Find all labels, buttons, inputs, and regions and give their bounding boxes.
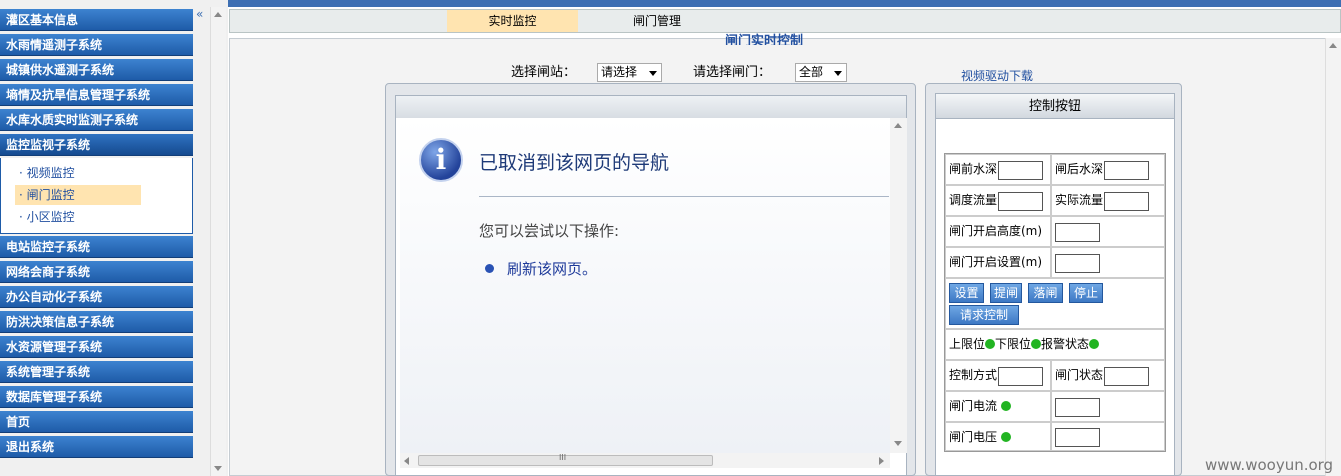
station-select[interactable]: 请选择 [597, 63, 662, 82]
video-frame-header [396, 96, 906, 118]
bullet-icon [485, 264, 494, 273]
gate-voltage-indicator-icon [1000, 432, 1011, 442]
tab-bar: 实时监控 闸门管理 [229, 9, 1341, 33]
tab-gate-management[interactable]: 闸门管理 [605, 10, 709, 32]
menu-monitoring[interactable]: 监控监视子系统 [0, 134, 193, 156]
front-depth-field[interactable] [998, 161, 1043, 180]
menu-rain-telemetry[interactable]: 水雨情遥测子系统 [0, 34, 193, 56]
alarm-status-label: 报警状态 [1041, 337, 1090, 351]
limit-status-cell: 上限位 下限位 报警状态 [945, 329, 1165, 360]
page-scrollbar[interactable] [1325, 38, 1341, 476]
menu-home[interactable]: 首页 [0, 411, 193, 433]
menu-network-meeting[interactable]: 网络会商子系统 [0, 261, 193, 283]
dispatch-flow-label: 调度流量 [949, 193, 998, 207]
gate-select-value: 全部 [799, 65, 824, 79]
open-height-cell: 闸门开启高度(m) [945, 216, 1051, 247]
menu-flood-decision[interactable]: 防洪决策信息子系统 [0, 311, 193, 333]
upper-limit-indicator-icon [985, 339, 996, 349]
horizontal-scroll-thumb[interactable]: III [418, 453, 713, 466]
open-height-label: 闸门开启高度(m) [949, 224, 1043, 238]
collapse-sidebar-icon[interactable]: « [196, 7, 208, 21]
menu-database-admin[interactable]: 数据库管理子系统 [0, 386, 193, 408]
submenu-community-monitoring[interactable]: · 小区监控 [15, 207, 141, 227]
menu-logout[interactable]: 退出系统 [0, 436, 193, 458]
lower-limit-label: 下限位 [995, 337, 1032, 351]
sidebar-scrollbar[interactable] [210, 7, 226, 476]
gate-select[interactable]: 全部 [795, 63, 847, 82]
control-mode-label: 控制方式 [949, 368, 998, 382]
error-suggestion-text: 您可以尝试以下操作: [479, 222, 620, 240]
gate-status-label: 闸门状态 [1055, 368, 1104, 382]
back-depth-label: 闸后水深 [1055, 162, 1104, 176]
actual-flow-field[interactable] [1104, 192, 1149, 211]
gate-current-field[interactable] [1055, 398, 1100, 417]
scroll-up-arrow-icon[interactable] [894, 123, 902, 128]
gate-current-cell: 闸门电流 [945, 391, 1051, 422]
refresh-page-link[interactable]: 刷新该网页。 [507, 258, 597, 279]
gate-status-field[interactable] [1104, 367, 1149, 386]
gate-current-indicator-icon [1000, 401, 1011, 411]
frame-vertical-scrollbar[interactable] [890, 118, 907, 453]
tab-realtime-monitoring[interactable]: 实时监控 [447, 10, 578, 32]
scroll-up-arrow-icon[interactable] [214, 12, 222, 17]
dispatch-flow-field[interactable] [998, 192, 1043, 211]
menu-power-station[interactable]: 电站监控子系统 [0, 236, 193, 258]
control-grid: 闸前水深 闸后水深 调度流量 实际流量 闸门开启高度(m) 闸门开启设置(m) … [944, 153, 1166, 452]
sidebar: 灌区基本信息 水雨情遥测子系统 城镇供水遥测子系统 墒情及抗旱信息管理子系统 水… [0, 0, 228, 476]
menu-reservoir-quality[interactable]: 水库水质实时监测子系统 [0, 109, 193, 131]
control-panel-header: 控制按钮 [936, 94, 1174, 119]
submenu-gate-monitoring[interactable]: · 闸门监控 [15, 185, 141, 205]
back-depth-field[interactable] [1104, 161, 1149, 180]
front-depth-label: 闸前水深 [949, 162, 998, 176]
scroll-up-arrow-icon[interactable] [1329, 43, 1337, 48]
set-button[interactable]: 设置 [949, 283, 984, 303]
gate-voltage-field[interactable] [1055, 428, 1100, 447]
scroll-left-arrow-icon[interactable] [404, 457, 409, 465]
scroll-down-arrow-icon[interactable] [894, 441, 902, 446]
control-mode-field[interactable] [998, 367, 1043, 386]
watermark: www.wooyun.org [1205, 456, 1334, 474]
stop-button[interactable]: 停止 [1069, 283, 1103, 303]
submenu-video-monitoring[interactable]: · 视频监控 [15, 163, 141, 183]
chevron-down-icon [834, 71, 842, 76]
station-select-label: 选择闸站： [511, 65, 577, 80]
alarm-indicator-icon [1089, 339, 1100, 349]
divider [479, 196, 889, 197]
menu-drought-info[interactable]: 墒情及抗旱信息管理子系统 [0, 84, 193, 106]
open-setting-label: 闸门开启设置(m) [949, 255, 1043, 269]
menu-irrigation-info[interactable]: 灌区基本信息 [0, 9, 193, 31]
open-height-field[interactable] [1055, 223, 1100, 242]
scroll-grip: III [559, 453, 567, 462]
scroll-down-arrow-icon[interactable] [214, 466, 222, 471]
menu-urban-water[interactable]: 城镇供水遥测子系统 [0, 59, 193, 81]
error-title: 已取消到该网页的导航 [479, 152, 670, 174]
open-setting-cell: 闸门开启设置(m) [945, 247, 1051, 278]
gate-select-label: 请选择闸门： [693, 65, 772, 80]
video-driver-download-link[interactable]: 视频驱动下载 [961, 67, 1033, 84]
request-control-button[interactable]: 请求控制 [949, 305, 1019, 325]
menu-office-automation[interactable]: 办公自动化子系统 [0, 286, 193, 308]
drop-gate-button[interactable]: 落闸 [1028, 283, 1063, 303]
info-icon: i [419, 138, 463, 182]
menu-water-resource[interactable]: 水资源管理子系统 [0, 336, 193, 358]
gate-voltage-cell: 闸门电压 [945, 422, 1051, 451]
lift-gate-button[interactable]: 提闸 [990, 283, 1022, 303]
gate-voltage-label: 闸门电压 [949, 430, 998, 444]
page-title: 闸门实时控制 [725, 34, 804, 45]
actual-flow-label: 实际流量 [1055, 193, 1104, 207]
open-setting-field[interactable] [1055, 254, 1100, 273]
gate-current-label: 闸门电流 [949, 399, 998, 413]
chevron-down-icon [649, 71, 657, 76]
monitoring-submenu: · 视频监控 · 闸门监控 · 小区监控 [0, 158, 193, 234]
upper-limit-label: 上限位 [949, 337, 986, 351]
station-select-value: 请选择 [601, 65, 638, 79]
menu-system-admin[interactable]: 系统管理子系统 [0, 361, 193, 383]
scroll-right-arrow-icon[interactable] [879, 457, 884, 465]
lower-limit-indicator-icon [1031, 339, 1042, 349]
